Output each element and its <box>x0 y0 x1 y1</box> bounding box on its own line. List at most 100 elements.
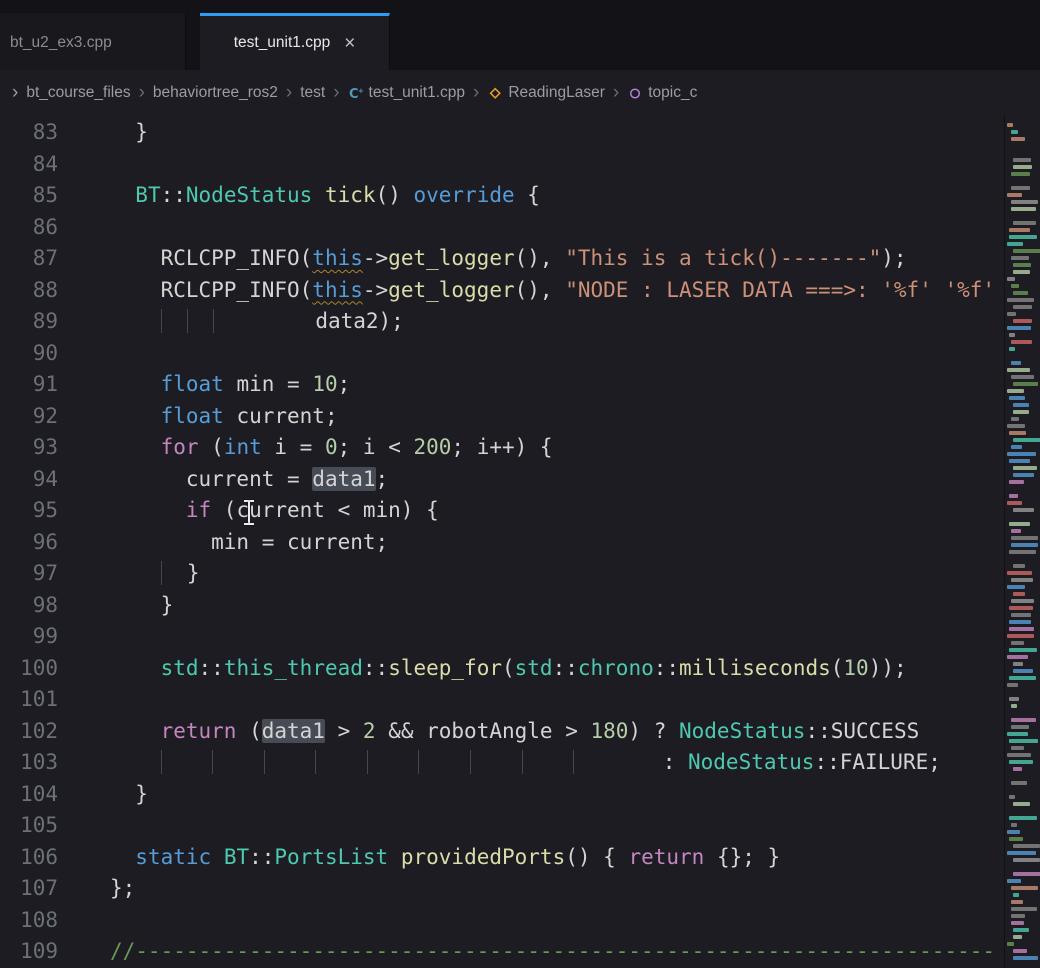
code-line-102[interactable]: 102 return (data1 > 2 && robotAngle > 18… <box>0 716 1040 748</box>
code-line-104[interactable]: 104 } <box>0 779 1040 811</box>
breadcrumb-item-test[interactable]: test <box>300 84 325 102</box>
line-number: 100 <box>0 653 58 685</box>
minimap-line <box>1013 949 1027 953</box>
minimap-line <box>1007 452 1036 456</box>
code-text: float min = 10; <box>110 369 1040 401</box>
close-icon[interactable]: × <box>344 34 355 53</box>
minimap-line <box>1011 172 1030 176</box>
code-line-83[interactable]: 83 } <box>0 117 1040 149</box>
code-line-94[interactable]: 94 current = data1; <box>0 464 1040 496</box>
code-line-97[interactable]: 97 } <box>0 558 1040 590</box>
minimap-line <box>1013 165 1032 169</box>
tab-test_unit1.cpp[interactable]: test_unit1.cpp× <box>200 13 390 70</box>
minimap-line <box>1009 648 1037 652</box>
minimap-line <box>1007 571 1032 575</box>
line-number: 89 <box>0 306 58 338</box>
minimap-line <box>1009 347 1015 351</box>
minimap-line <box>1013 473 1034 477</box>
minimap-line <box>1011 599 1034 603</box>
code-line-100[interactable]: 100 std::this_thread::sleep_for(std::chr… <box>0 653 1040 685</box>
svg-text:+: + <box>358 87 364 95</box>
code-line-98[interactable]: 98 } <box>0 590 1040 622</box>
minimap-line <box>1009 620 1031 624</box>
tab-label: bt_u2_ex3.cpp <box>10 34 112 52</box>
line-number: 94 <box>0 464 58 496</box>
code-line-103[interactable]: 103 : NodeStatus::FAILURE; <box>0 747 1040 779</box>
minimap-line <box>1009 459 1030 463</box>
code-text: static BT::PortsList providedPorts() { r… <box>110 842 1040 874</box>
code-line-90[interactable]: 90 <box>0 338 1040 370</box>
minimap-line <box>1009 550 1036 554</box>
minimap-line <box>1007 830 1020 834</box>
code-line-92[interactable]: 92 float current; <box>0 401 1040 433</box>
minimap-line <box>1007 879 1021 883</box>
chevron-right-icon: › <box>139 83 145 102</box>
code-line-105[interactable]: 105 <box>0 810 1040 842</box>
minimap-line <box>1007 312 1016 316</box>
method-symbol-icon <box>627 85 644 101</box>
code-line-86[interactable]: 86 <box>0 212 1040 244</box>
code-line-88[interactable]: 88 RCLCPP_INFO(this->get_logger(), "NODE… <box>0 275 1040 307</box>
line-number: 108 <box>0 905 58 937</box>
minimap-line <box>1007 242 1023 246</box>
line-number: 98 <box>0 590 58 622</box>
code-text <box>110 212 1040 244</box>
line-number: 83 <box>0 117 58 149</box>
chevron-right-icon: › <box>333 83 339 102</box>
chevron-right-icon[interactable]: › <box>12 83 18 102</box>
minimap[interactable] <box>1004 115 1040 968</box>
code-line-99[interactable]: 99 <box>0 621 1040 653</box>
minimap-line <box>1009 837 1023 841</box>
line-number: 104 <box>0 779 58 811</box>
code-line-93[interactable]: 93 for (int i = 0; i < 200; i++) { <box>0 432 1040 464</box>
code-line-108[interactable]: 108 <box>0 905 1040 937</box>
breadcrumb-item-behaviortree_ros2[interactable]: behaviortree_ros2 <box>153 84 278 102</box>
breadcrumb-label: bt_course_files <box>26 84 130 102</box>
line-number: 85 <box>0 180 58 212</box>
minimap-line <box>1007 585 1025 589</box>
code-line-106[interactable]: 106 static BT::PortsList providedPorts()… <box>0 842 1040 874</box>
code-line-96[interactable]: 96 min = current; <box>0 527 1040 559</box>
breadcrumb-item-test_unit1.cpp[interactable]: C+test_unit1.cpp <box>348 84 466 102</box>
minimap-line <box>1009 676 1036 680</box>
breadcrumb-label: ReadingLaser <box>508 84 605 102</box>
code-text: }; <box>110 873 1040 905</box>
minimap-line <box>1013 564 1025 568</box>
breadcrumb-item-topic_c[interactable]: topic_c <box>627 84 697 102</box>
editor[interactable]: 83 }8485 BT::NodeStatus tick() override … <box>0 115 1040 968</box>
code-line-84[interactable]: 84 <box>0 149 1040 181</box>
code-text: } <box>110 117 1040 149</box>
minimap-line <box>1011 641 1024 645</box>
code-text: RCLCPP_INFO(this->get_logger(), "NODE : … <box>110 275 1040 307</box>
code-line-87[interactable]: 87 RCLCPP_INFO(this->get_logger(), "This… <box>0 243 1040 275</box>
cpp-file-icon: C+ <box>348 85 365 101</box>
minimap-line <box>1013 662 1023 666</box>
line-number: 95 <box>0 495 58 527</box>
minimap-line <box>1007 424 1025 428</box>
code-line-107[interactable]: 107}; <box>0 873 1040 905</box>
code-line-85[interactable]: 85 BT::NodeStatus tick() override { <box>0 180 1040 212</box>
minimap-line <box>1009 739 1038 743</box>
minimap-line <box>1011 529 1021 533</box>
code-line-101[interactable]: 101 <box>0 684 1040 716</box>
code-line-95[interactable]: 95 if (current < min) { <box>0 495 1040 527</box>
code-line-89[interactable]: 89 data2); <box>0 306 1040 338</box>
minimap-line <box>1009 816 1037 820</box>
code-line-109[interactable]: 109//-----------------------------------… <box>0 936 1040 968</box>
minimap-line <box>1013 221 1036 225</box>
breadcrumb-label: test <box>300 84 325 102</box>
minimap-line <box>1009 606 1033 610</box>
code-text: } <box>110 558 1040 590</box>
line-number: 103 <box>0 747 58 779</box>
minimap-line <box>1013 767 1022 771</box>
minimap-line <box>1009 431 1026 435</box>
code-text: min = current; <box>110 527 1040 559</box>
tab-bt_u2_ex3.cpp[interactable]: bt_u2_ex3.cpp <box>0 13 186 70</box>
breadcrumb-item-bt_course_files[interactable]: bt_course_files <box>26 84 130 102</box>
code-text: RCLCPP_INFO(this->get_logger(), "This is… <box>110 243 1040 275</box>
minimap-line <box>1009 228 1030 232</box>
minimap-line <box>1013 669 1033 673</box>
breadcrumb-item-ReadingLaser[interactable]: ReadingLaser <box>487 84 605 102</box>
code-line-91[interactable]: 91 float min = 10; <box>0 369 1040 401</box>
line-number: 99 <box>0 621 58 653</box>
